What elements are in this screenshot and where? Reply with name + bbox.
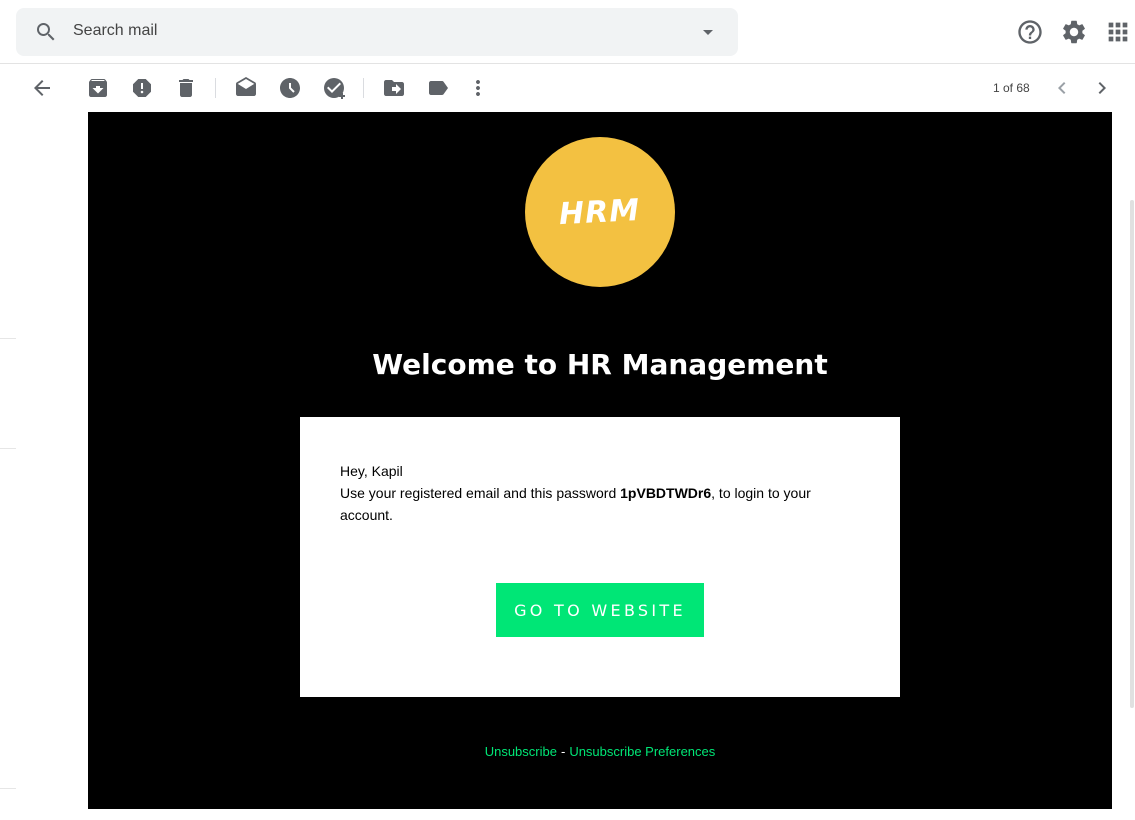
toolbar-divider	[215, 78, 216, 98]
email-body: HRM Welcome to HR Management Hey, Kapil …	[88, 112, 1112, 809]
trash-icon[interactable]	[174, 76, 198, 100]
unsubscribe-preferences-link[interactable]: Unsubscribe Preferences	[569, 744, 715, 759]
left-margin	[0, 112, 16, 820]
toolbar-divider	[363, 78, 364, 98]
divider	[0, 448, 16, 449]
greeting: Hey, Kapil	[340, 463, 403, 479]
message-text: Hey, Kapil Use your registered email and…	[340, 460, 830, 526]
scrollbar[interactable]	[1130, 200, 1134, 708]
divider	[0, 338, 16, 339]
search-input[interactable]: Search mail	[73, 22, 157, 40]
divider	[0, 788, 16, 789]
help-icon[interactable]	[1016, 18, 1044, 46]
hrm-logo: HRM	[525, 137, 675, 287]
more-vert-icon[interactable]	[466, 76, 490, 100]
apps-grid-icon[interactable]	[1104, 18, 1132, 46]
password-instructions: Use your registered email and this passw…	[340, 482, 830, 526]
move-to-icon[interactable]	[382, 76, 406, 100]
archive-icon[interactable]	[86, 76, 110, 100]
gear-icon[interactable]	[1060, 18, 1088, 46]
message-toolbar: 1 of 68	[0, 64, 1135, 112]
message-card: Hey, Kapil Use your registered email and…	[300, 417, 900, 697]
logo-text: HRM	[558, 192, 642, 232]
search-icon[interactable]	[34, 20, 58, 44]
add-task-icon[interactable]	[322, 76, 346, 100]
chevron-left-icon[interactable]	[1050, 76, 1074, 100]
email-title: Welcome to HR Management	[372, 348, 828, 381]
password-value: 1pVBDTWDr6	[620, 485, 712, 501]
footer-separator: -	[560, 744, 566, 759]
message-before: Use your registered email and this passw…	[340, 485, 621, 501]
email-footer: Unsubscribe - Unsubscribe Preferences	[88, 744, 1112, 759]
pagination-count: 1 of 68	[993, 81, 1030, 95]
top-bar: Search mail	[0, 0, 1135, 64]
report-spam-icon[interactable]	[130, 76, 154, 100]
snooze-clock-icon[interactable]	[278, 76, 302, 100]
search-bar[interactable]: Search mail	[16, 8, 738, 56]
chevron-right-icon[interactable]	[1090, 76, 1114, 100]
arrow-back-icon[interactable]	[30, 76, 54, 100]
arrow-drop-down-icon[interactable]	[696, 20, 720, 44]
unsubscribe-link[interactable]: Unsubscribe	[485, 744, 557, 759]
label-icon[interactable]	[426, 76, 450, 100]
mark-unread-icon[interactable]	[234, 76, 258, 100]
go-to-website-button[interactable]: GO TO WEBSITE	[496, 583, 704, 637]
